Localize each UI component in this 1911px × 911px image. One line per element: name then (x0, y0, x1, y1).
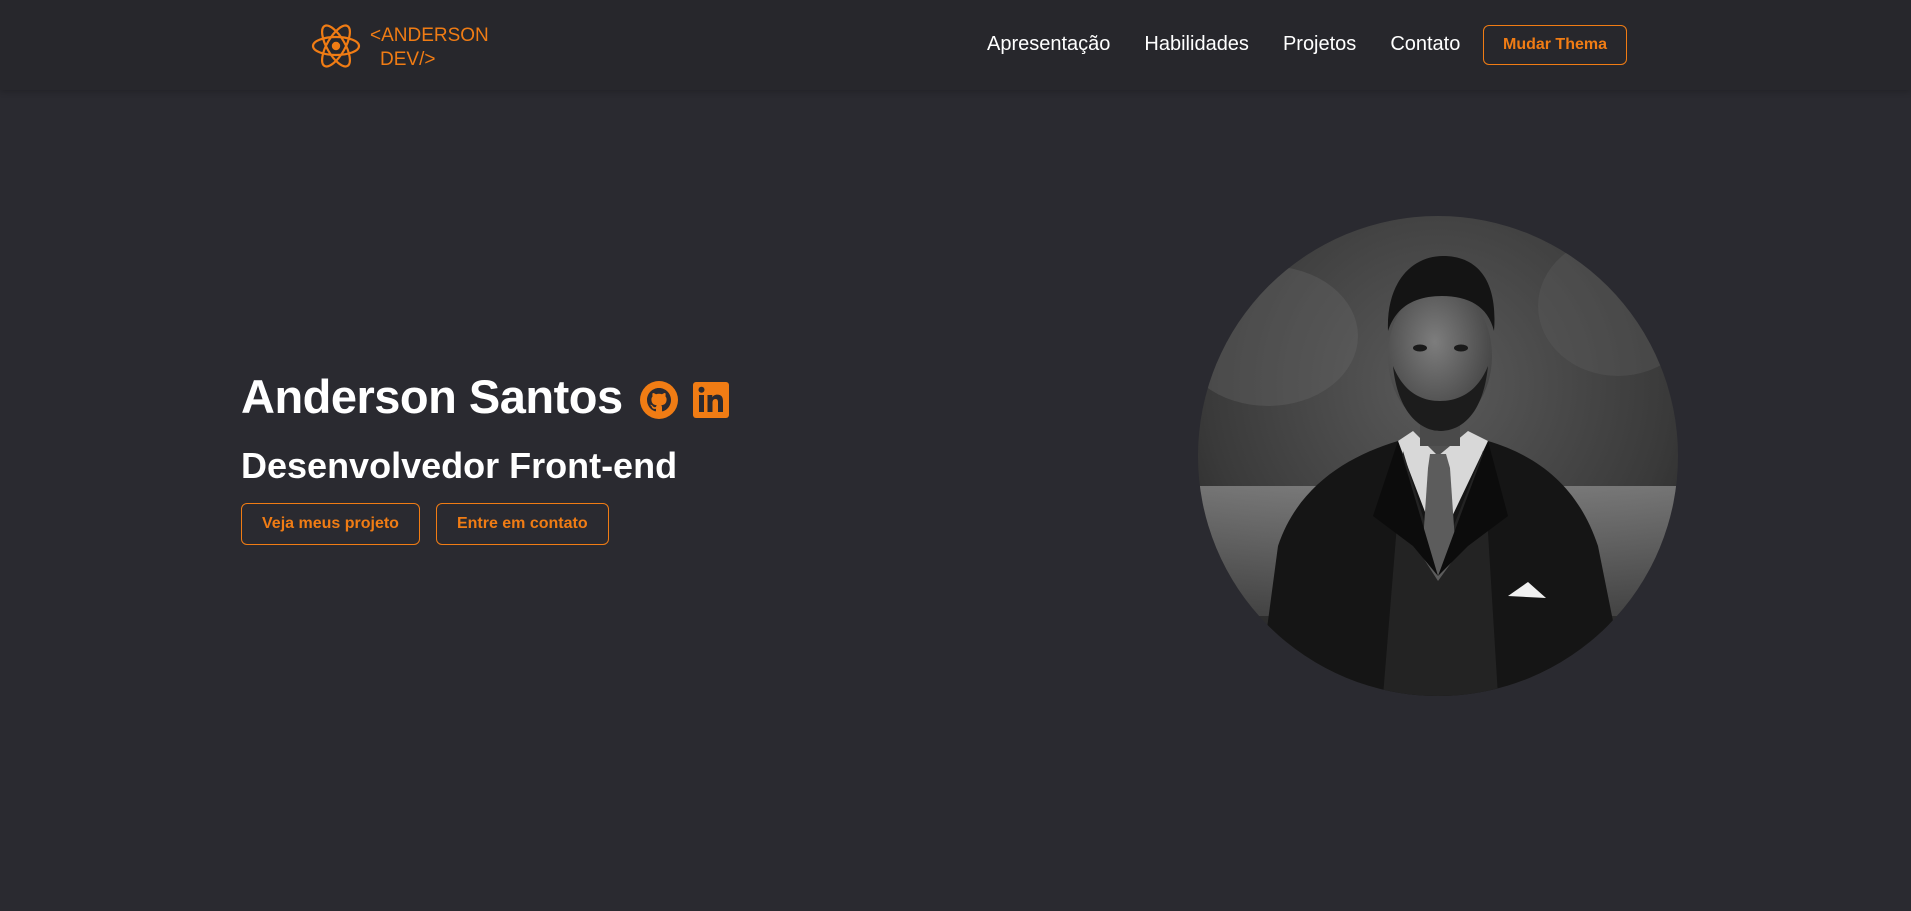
hero-name: Anderson Santos (241, 369, 623, 423)
main-nav: Apresentação Habilidades Projetos Contat… (987, 31, 1460, 57)
react-atom-icon (311, 24, 361, 68)
navbar: <ANDERSON DEV/> Apresentação Habilidades… (0, 0, 1911, 90)
contact-button[interactable]: Entre em contato (435, 503, 609, 545)
linkedin-icon[interactable] (692, 381, 729, 424)
logo-line-2: DEV/> (380, 49, 436, 70)
nav-link-projetos[interactable]: Projetos (1283, 31, 1356, 57)
github-icon[interactable] (639, 380, 679, 425)
logo-line-1: <ANDERSON (370, 25, 489, 46)
logo[interactable]: <ANDERSON DEV/> (310, 22, 489, 72)
hero-buttons: Veja meus projeto Entre em contato (241, 503, 625, 545)
hero-subtitle: Desenvolvedor Front-end (241, 445, 678, 486)
view-projects-button[interactable]: Veja meus projeto (241, 503, 420, 545)
nav-link-apresentacao[interactable]: Apresentação (987, 31, 1110, 57)
hero-title-row: Anderson Santos (241, 368, 729, 425)
nav-link-contato[interactable]: Contato (1390, 31, 1460, 57)
profile-photo (1198, 216, 1678, 696)
logo-text: <ANDERSON DEV/> (370, 24, 489, 72)
nav-link-habilidades[interactable]: Habilidades (1144, 31, 1249, 57)
change-theme-button[interactable]: Mudar Thema (1483, 25, 1627, 65)
